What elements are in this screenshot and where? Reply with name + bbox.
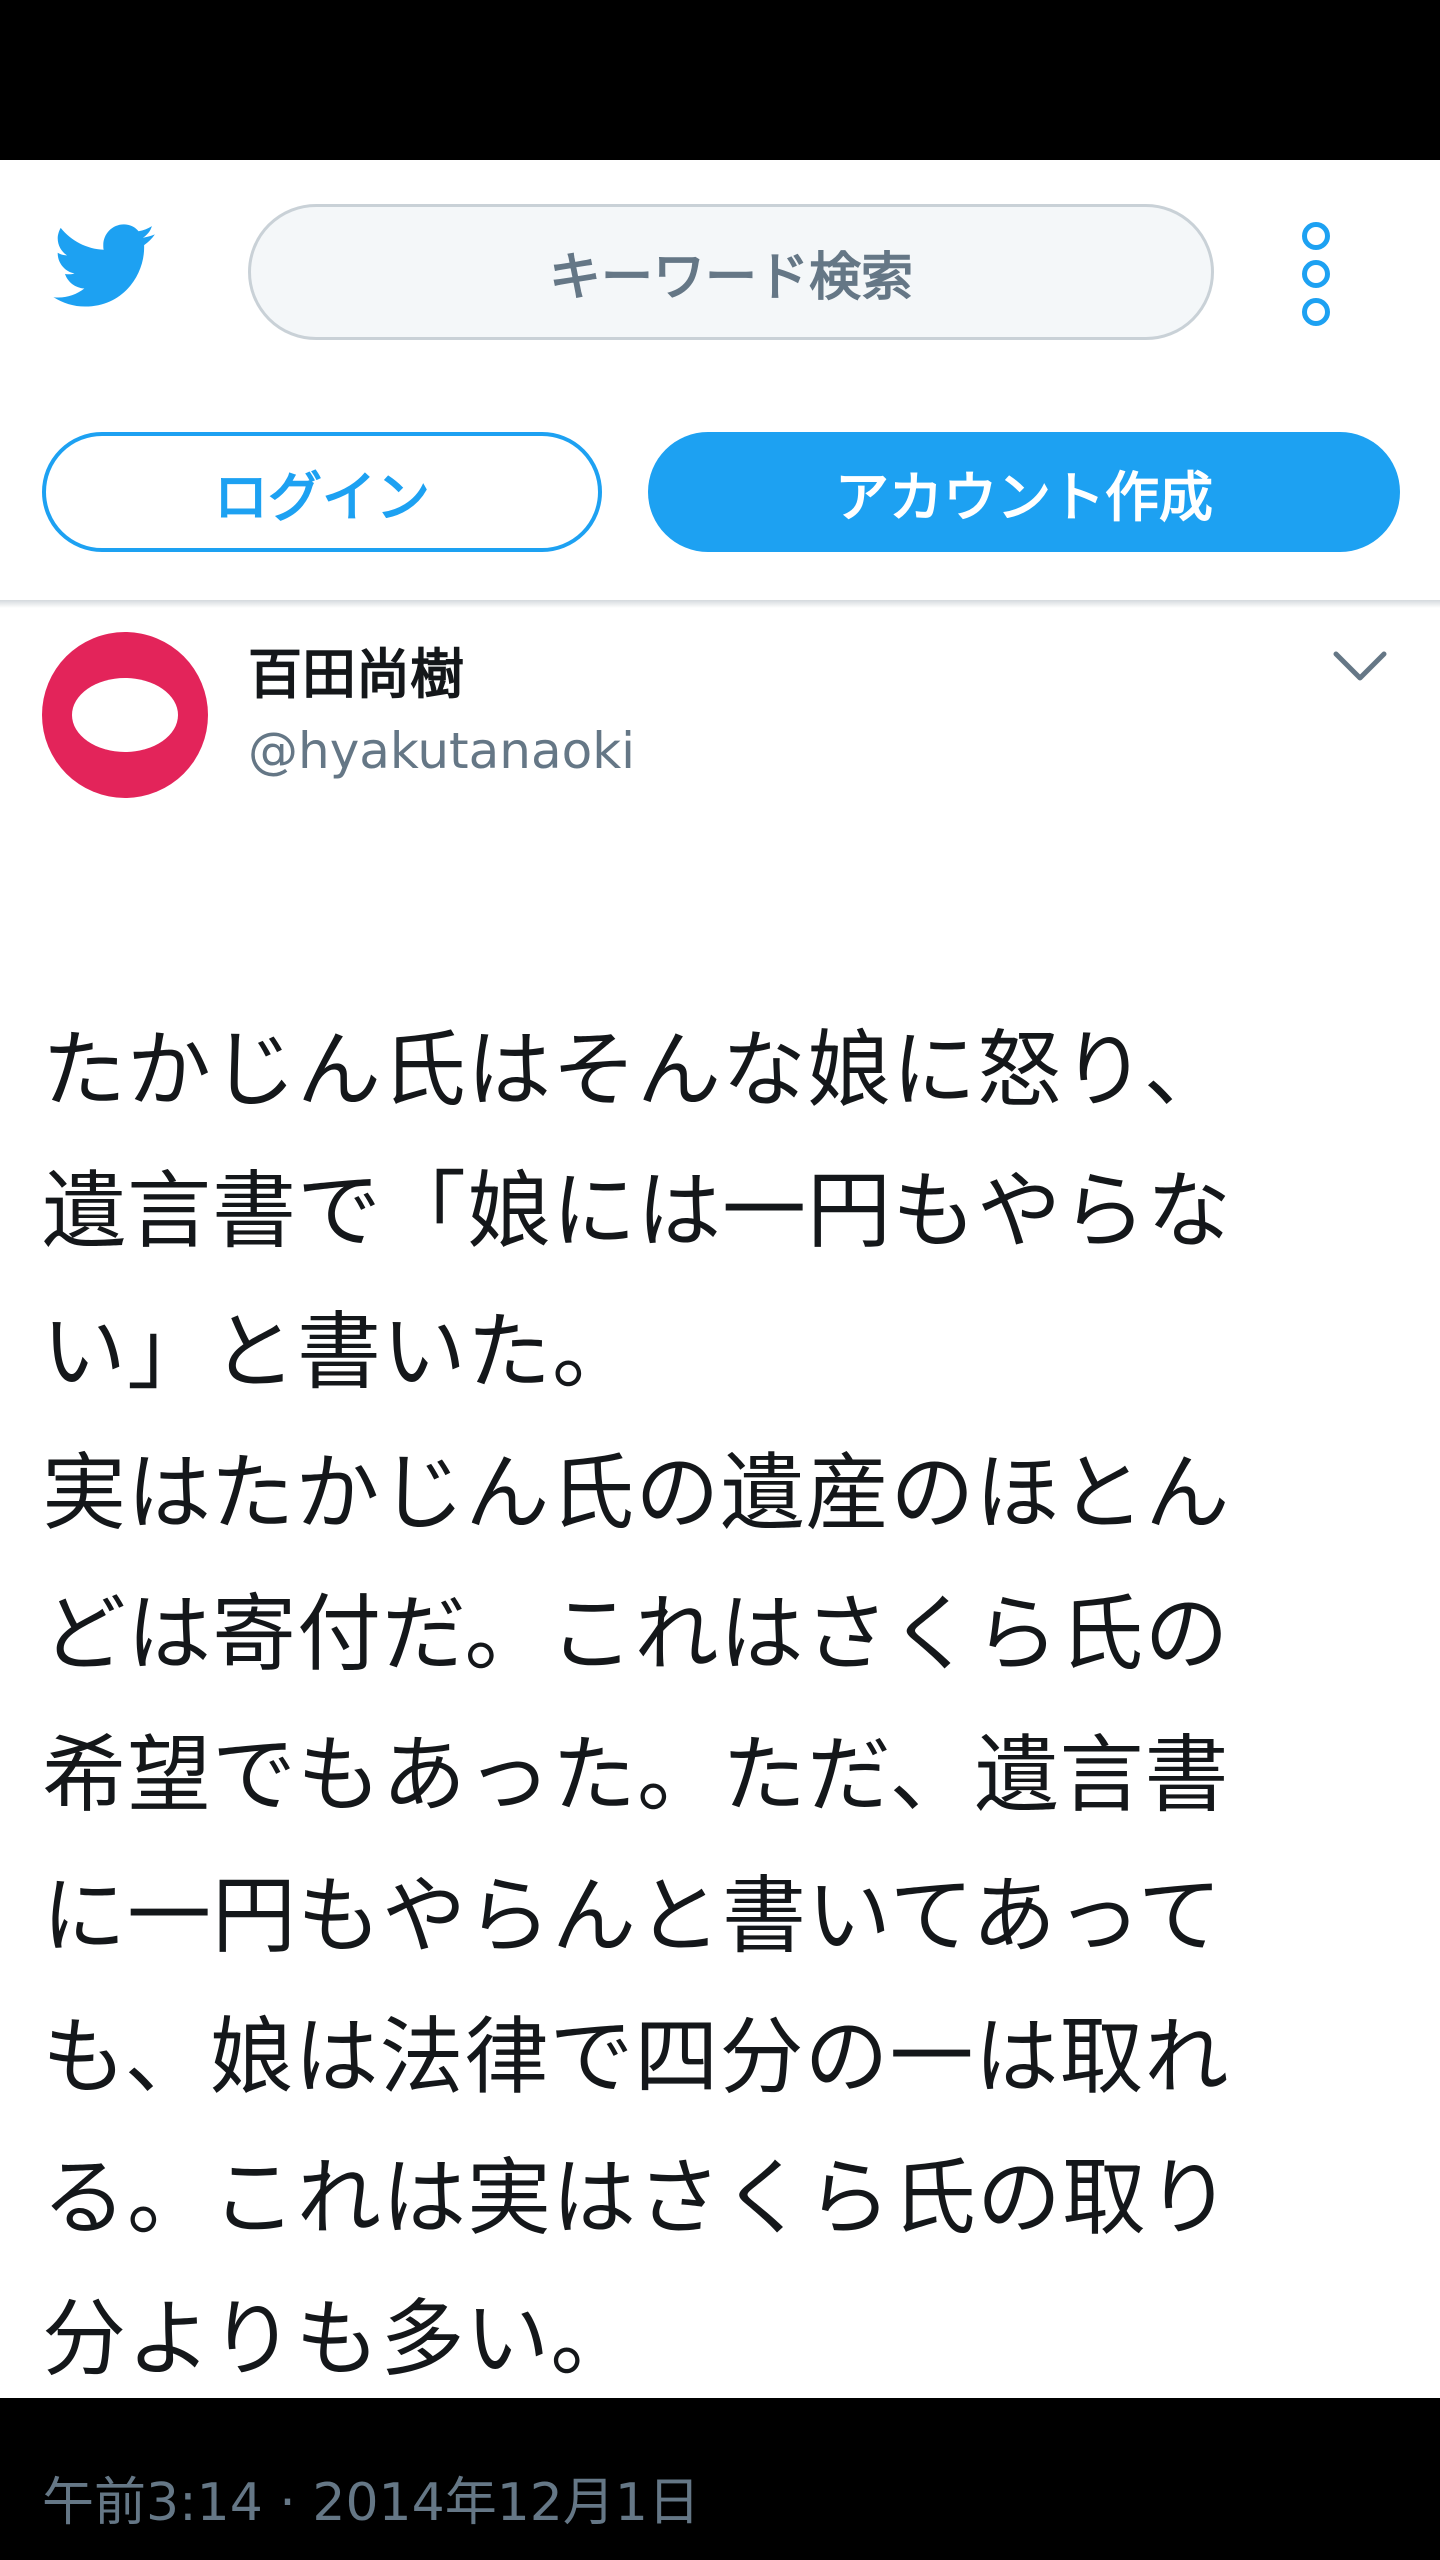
tweet-text-line: る。これは実はさくら氏の取り xyxy=(42,2149,1233,2247)
avatar[interactable] xyxy=(42,632,208,798)
create-account-label: アカウント作成 xyxy=(835,465,1213,529)
twitter-bird-icon[interactable] xyxy=(52,224,158,310)
author-name[interactable]: 百田尚樹 xyxy=(248,630,464,709)
more-vertical-icon[interactable] xyxy=(1296,222,1336,326)
login-label: ログイン xyxy=(214,465,430,529)
login-button[interactable]: ログイン xyxy=(42,432,602,552)
tweet-text-line: も、娘は法律で四分の一は取れ xyxy=(42,2008,1230,2106)
keyword-search-input[interactable]: キーワード検索 xyxy=(248,204,1214,340)
menu-dot-bottom xyxy=(1302,298,1330,326)
header-divider xyxy=(0,600,1440,608)
tweet-text-line: どは寄付だ。これはさくら氏の xyxy=(42,1585,1230,1683)
tweet-text-line: 分よりも多い。 xyxy=(42,2290,636,2388)
tweet-text-line: たかじん氏はそんな娘に怒り、 xyxy=(42,1021,1229,1119)
app-screen: キーワード検索 ログイン アカウント作成 百田尚樹 @hyakutanaoki … xyxy=(0,160,1440,2533)
tweet-text-line: 希望でもあった。ただ、遺言書 xyxy=(42,1726,1230,1824)
tweet-text: たかじん氏はそんな娘に怒り、 遺言書で「娘には一円もやらな い」と書いた。 実は… xyxy=(42,1000,1412,2410)
menu-dot-top xyxy=(1302,222,1330,250)
author-handle[interactable]: @hyakutanaoki xyxy=(248,722,635,780)
tweet-timestamp[interactable]: 午前3:14 · 2014年12月1日 xyxy=(42,2460,700,2535)
tweet-text-line: に一円もやらんと書いてあって xyxy=(42,1867,1223,1965)
create-account-button[interactable]: アカウント作成 xyxy=(648,432,1400,552)
top-header: キーワード検索 ログイン アカウント作成 xyxy=(0,160,1440,600)
avatar-image-inner xyxy=(72,678,178,752)
tweet-text-line: 実はたかじん氏の遺産のほとん xyxy=(42,1444,1231,1542)
chevron-down-icon[interactable] xyxy=(1330,646,1390,686)
tweet-text-line: い」と書いた。 xyxy=(42,1303,638,1401)
search-placeholder: キーワード検索 xyxy=(548,247,913,308)
tweet-text-line: 遺言書で「娘には一円もやらな xyxy=(42,1162,1233,1260)
menu-dot-middle xyxy=(1302,260,1330,288)
